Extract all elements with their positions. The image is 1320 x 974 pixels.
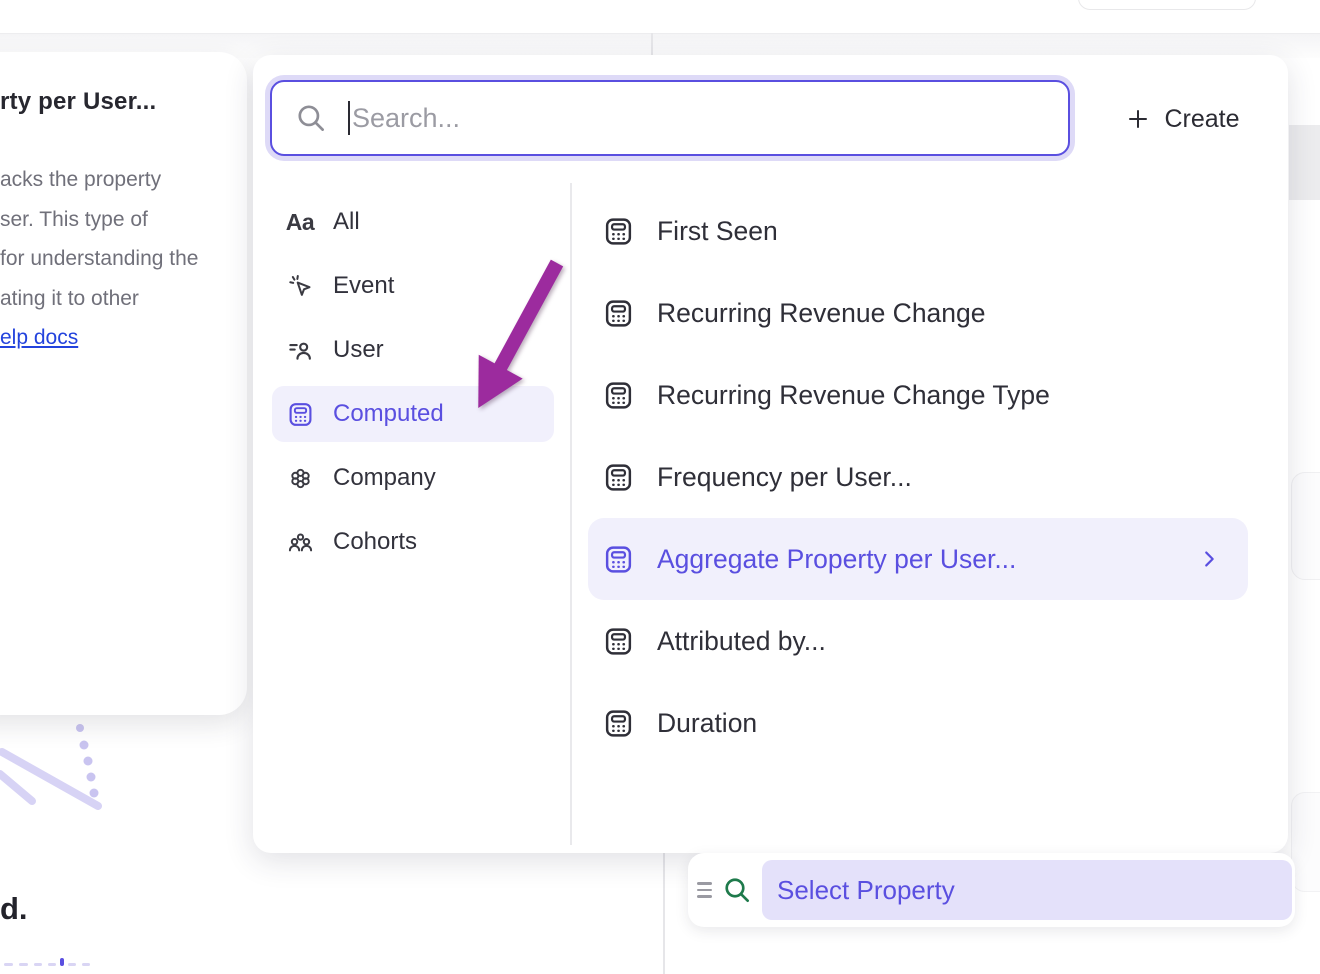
event-cursor-icon xyxy=(286,273,314,300)
sidebar-item-cohorts[interactable]: Cohorts xyxy=(272,514,554,570)
chevron-right-icon xyxy=(1198,548,1220,570)
green-search-icon xyxy=(721,874,753,906)
tooltip-body-line: ating it to other xyxy=(0,279,247,319)
property-item-recurring-revenue-change[interactable]: Recurring Revenue Change xyxy=(588,272,1248,354)
select-property-button[interactable]: Select Property xyxy=(762,860,1292,920)
property-item-first-seen[interactable]: First Seen xyxy=(588,190,1248,272)
sidebar-item-label: User xyxy=(333,336,384,364)
search-icon xyxy=(294,101,328,135)
sidebar-item-company[interactable]: Company xyxy=(272,450,554,506)
sidebar-item-label: Cohorts xyxy=(333,528,417,556)
property-item-label: First Seen xyxy=(657,216,778,247)
calculator-icon xyxy=(602,708,634,739)
text-cursor xyxy=(348,101,350,135)
calculator-icon xyxy=(602,544,634,575)
property-item-aggregate-property-per-user[interactable]: Aggregate Property per User... xyxy=(588,518,1248,600)
tooltip-title: rty per User... xyxy=(0,88,247,116)
cohorts-people-icon xyxy=(286,529,314,556)
property-field-card: Select Property xyxy=(688,853,1295,927)
calculator-icon xyxy=(602,298,634,329)
sidebar-item-label: All xyxy=(333,208,360,236)
background-divider-vertical-bottom xyxy=(663,853,665,974)
property-tooltip-card: rty per User... acks the property ser. T… xyxy=(0,52,247,715)
calculator-icon xyxy=(602,380,634,411)
plus-icon xyxy=(1126,107,1150,131)
property-item-attributed-by[interactable]: Attributed by... xyxy=(588,600,1248,682)
property-item-label: Recurring Revenue Change xyxy=(657,298,986,329)
sidebar-item-computed[interactable]: Computed xyxy=(272,386,554,442)
property-item-recurring-revenue-change-type[interactable]: Recurring Revenue Change Type xyxy=(588,354,1248,436)
calculator-icon xyxy=(602,216,634,247)
create-button-label: Create xyxy=(1164,105,1239,134)
search-input[interactable] xyxy=(352,88,1068,148)
property-item-label: Attributed by... xyxy=(657,626,826,657)
calculator-icon xyxy=(602,626,634,657)
calculator-icon xyxy=(286,401,314,428)
property-item-label: Aggregate Property per User... xyxy=(657,544,1016,575)
background-divider-vertical-top xyxy=(651,33,653,55)
property-list: First Seen Recurring Revenue Change xyxy=(588,190,1248,764)
sidebar-item-label: Computed xyxy=(333,400,444,428)
user-list-icon xyxy=(286,337,314,364)
tooltip-body: acks the property ser. This type of for … xyxy=(0,160,247,358)
sidebar-item-label: Company xyxy=(333,464,436,492)
modal-column-divider xyxy=(570,183,572,845)
drag-handle-icon[interactable] xyxy=(697,882,712,898)
category-sidebar: Aa All Event xyxy=(272,194,554,570)
property-selector-modal: Create Aa All Event xyxy=(253,55,1288,853)
background-gray-block xyxy=(1289,125,1320,200)
background-heading-fragment: d. xyxy=(0,891,28,927)
tooltip-body-line: acks the property xyxy=(0,160,247,200)
search-field[interactable] xyxy=(270,80,1070,156)
property-item-frequency-per-user[interactable]: Frequency per User... xyxy=(588,436,1248,518)
create-button[interactable]: Create xyxy=(1098,95,1268,143)
sidebar-item-all[interactable]: Aa All xyxy=(272,194,554,250)
sidebar-item-user[interactable]: User xyxy=(272,322,554,378)
help-docs-link[interactable]: elp docs xyxy=(0,326,78,349)
text-format-icon: Aa xyxy=(286,209,314,236)
background-ghost-card xyxy=(1291,472,1320,580)
tooltip-body-line: ser. This type of xyxy=(0,200,247,240)
calculator-icon xyxy=(602,462,634,493)
property-item-label: Frequency per User... xyxy=(657,462,912,493)
sidebar-item-label: Event xyxy=(333,272,394,300)
tooltip-body-line: for understanding the xyxy=(0,239,247,279)
property-item-label: Duration xyxy=(657,708,757,739)
property-item-label: Recurring Revenue Change Type xyxy=(657,380,1050,411)
sidebar-item-event[interactable]: Event xyxy=(272,258,554,314)
background-cutoff-button xyxy=(1078,0,1256,10)
property-item-duration[interactable]: Duration xyxy=(588,682,1248,764)
select-property-label: Select Property xyxy=(777,875,955,906)
background-ghost-card xyxy=(1291,792,1320,892)
company-cluster-icon xyxy=(286,465,314,492)
